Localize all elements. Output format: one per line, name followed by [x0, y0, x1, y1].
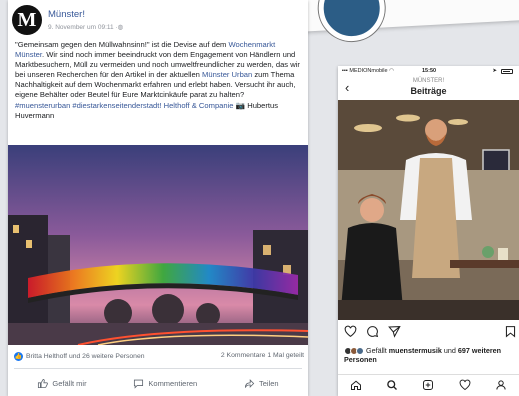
post-actions: Gefällt mir Kommentieren Teilen: [14, 375, 302, 391]
comment-label: Kommentieren: [148, 378, 198, 388]
battery-icon: [501, 68, 513, 74]
carrier: ▪▪▪ MEDIONmobile ◠: [342, 68, 394, 74]
paper-graphic: [317, 0, 387, 43]
instagram-tab-bar: [338, 374, 519, 394]
like-label: Gefällt mir: [52, 378, 87, 388]
instagram-nav: ‹ MÜNSTER! Beiträge: [338, 77, 519, 99]
reactions-text: Britta Helthoff und 26 weitere Personen: [26, 353, 145, 360]
status-time: 15:50: [422, 68, 437, 74]
post-photo[interactable]: [8, 145, 308, 345]
comments-shares-count[interactable]: 2 Kommentare 1 Mal geteilt: [221, 352, 304, 359]
likes-middle: und: [441, 346, 458, 355]
post-text-segment: "Gemeinsam gegen den Müllwahnsinn!" ist …: [15, 40, 229, 49]
home-icon[interactable]: [350, 379, 362, 391]
divider: [14, 368, 302, 369]
thumbs-up-icon: [38, 378, 49, 388]
like-reaction-icon: 👍: [14, 352, 23, 361]
heart-icon[interactable]: [344, 325, 357, 338]
post-date-text: 9. November um 09:11: [48, 24, 114, 31]
bookmark-icon[interactable]: [504, 325, 517, 338]
liker-avatars: [344, 347, 364, 356]
post-date[interactable]: 9. November um 09:11 ·◍: [48, 23, 123, 31]
search-icon[interactable]: [386, 379, 398, 391]
page-name[interactable]: Münster!: [48, 9, 85, 20]
status-right: ➤: [492, 68, 513, 74]
comment-icon: [134, 379, 144, 389]
send-icon[interactable]: [388, 325, 401, 338]
likes-user[interactable]: muenstermusik: [389, 346, 442, 355]
share-icon: [244, 378, 255, 388]
location-icon: ➤: [492, 68, 497, 74]
nav-title: Beiträge: [410, 86, 447, 96]
post-link[interactable]: Münster Urban: [202, 70, 252, 79]
post-text: "Gemeinsam gegen den Müllwahnsinn!" ist …: [15, 40, 303, 121]
reactions-summary[interactable]: 👍 Britta Helthoff und 26 weitere Persone…: [14, 352, 145, 361]
likes-prefix: Gefällt: [366, 346, 389, 355]
comment-bubble-icon[interactable]: [366, 325, 379, 338]
status-bar: ▪▪▪ MEDIONmobile ◠ 15:50 ➤: [338, 66, 519, 76]
instagram-photo[interactable]: [338, 100, 519, 355]
globe-icon: ·◍: [115, 24, 124, 31]
nav-username: MÜNSTER!: [412, 78, 445, 84]
post-link[interactable]: #muensterurban #diestarkenseitenderstadt…: [15, 101, 234, 110]
post-stats: 👍 Britta Helthoff und 26 weitere Persone…: [14, 352, 304, 364]
instagram-screen: ▪▪▪ MEDIONmobile ◠ 15:50 ➤ ‹ MÜNSTER! Be…: [338, 66, 519, 396]
add-icon[interactable]: [422, 379, 434, 391]
comment-button[interactable]: Kommentieren: [133, 375, 197, 391]
market-vendors-photo: [338, 100, 519, 320]
likes-summary: Gefällt muenstermusik und 697 weiteren P…: [344, 346, 516, 364]
carrier-name: MEDIONmobile: [349, 68, 388, 74]
share-label: Teilen: [258, 378, 279, 388]
share-button[interactable]: Teilen: [244, 375, 279, 391]
profile-icon[interactable]: [495, 379, 507, 391]
heart-icon[interactable]: [459, 379, 471, 391]
facebook-post: M Münster! 9. November um 09:11 ·◍ "Geme…: [8, 0, 308, 396]
rainbow-bridge-photo: [8, 145, 308, 345]
post-action-bar: [344, 325, 517, 339]
wifi-icon: ◠: [389, 68, 394, 74]
page-avatar[interactable]: M: [12, 5, 42, 35]
signal-icon: ▪▪▪: [342, 68, 348, 74]
like-button[interactable]: Gefällt mir: [37, 375, 87, 391]
post-header: M Münster! 9. November um 09:11 ·◍: [12, 5, 302, 35]
